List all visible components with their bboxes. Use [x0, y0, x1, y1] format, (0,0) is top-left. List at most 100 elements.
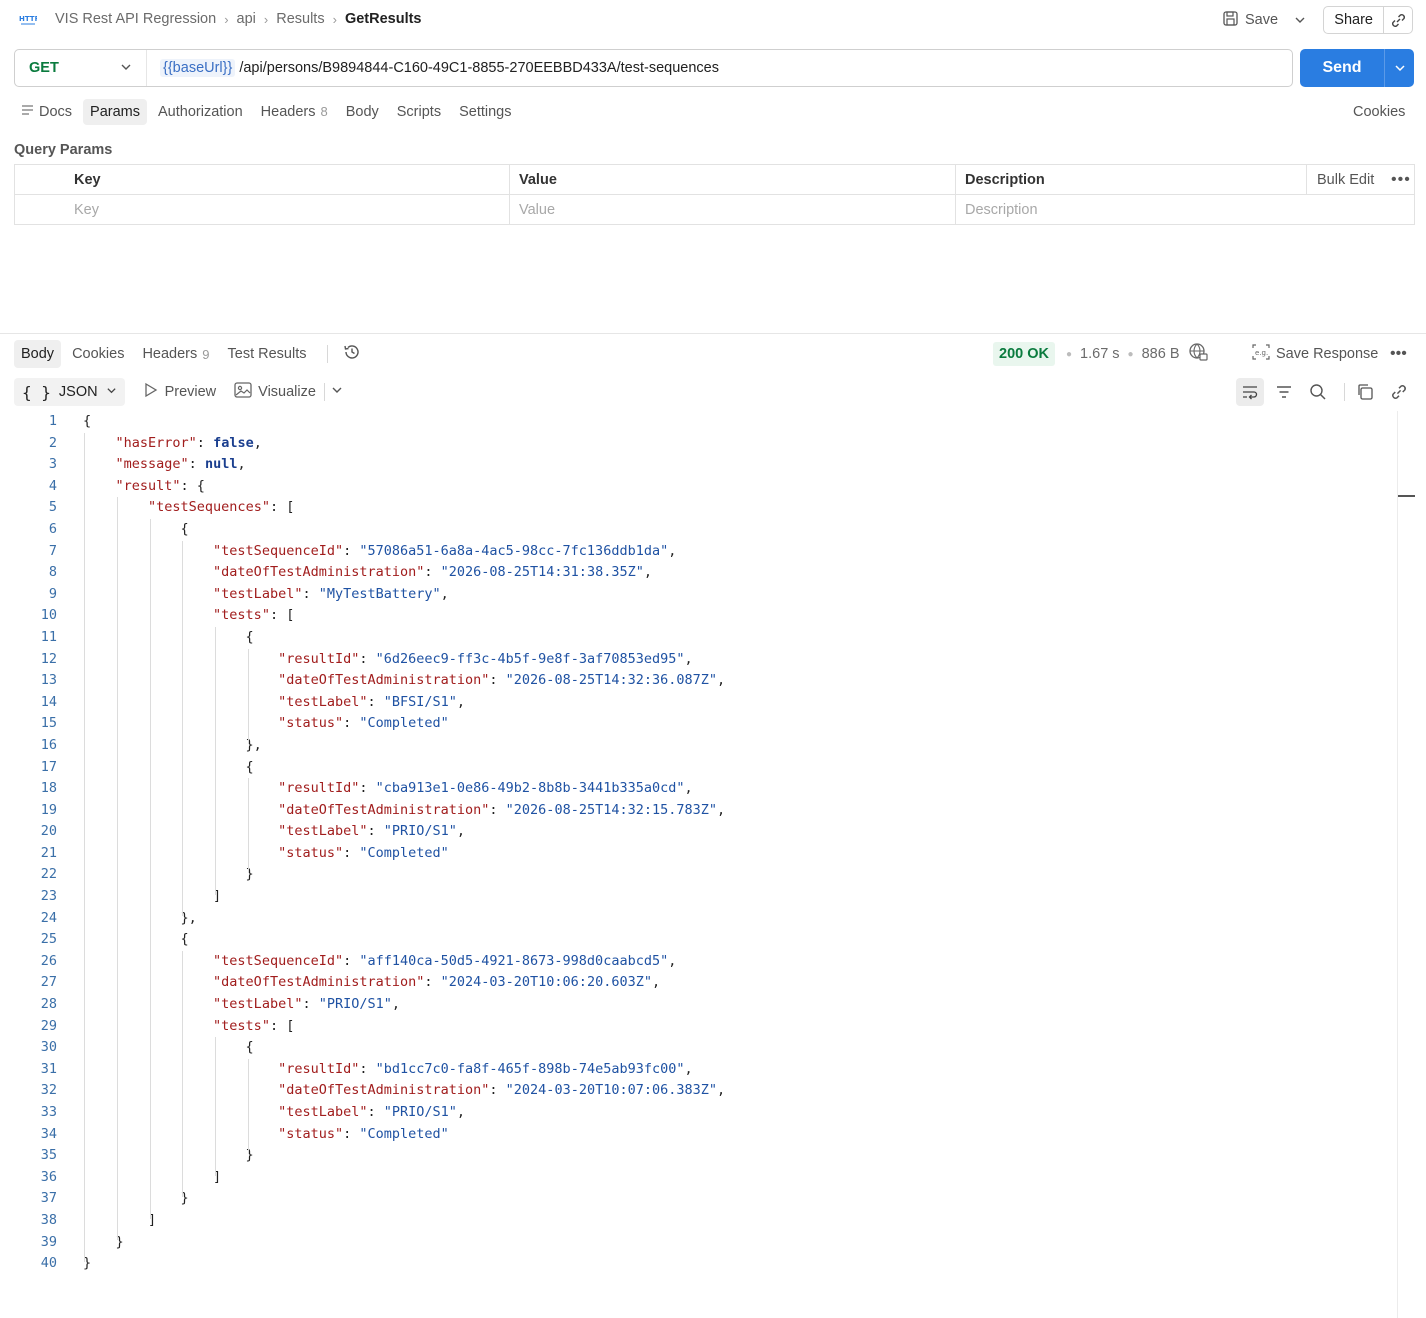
response-tabs: Body Cookies Headers 9 Test Results [14, 339, 362, 369]
response-size[interactable]: 886 B [1142, 346, 1180, 362]
response-body-viewer[interactable]: 1{2 "hasError": false, 3 "message": null,… [0, 411, 1396, 1275]
response-time[interactable]: 1.67 s [1080, 346, 1120, 362]
line-number: 18 [40, 780, 57, 797]
bulk-edit-button[interactable]: Bulk Edit [1317, 165, 1374, 195]
tab-headers[interactable]: Headers 8 [254, 99, 335, 125]
save-response-button[interactable]: e.g. Save Response [1252, 342, 1378, 366]
search-icon[interactable] [1304, 378, 1332, 406]
link-icon[interactable] [1385, 378, 1413, 406]
history-icon[interactable] [342, 342, 362, 366]
copy-link-icon[interactable] [1383, 7, 1412, 33]
line-number: 9 [48, 585, 57, 602]
code-line: 31 "resultId": "bd1cc7c0-fa8f-465f-898b-… [0, 1059, 1396, 1081]
response-tab-cookies[interactable]: Cookies [65, 340, 131, 368]
line-number: 12 [40, 650, 57, 667]
wrap-lines-icon[interactable] [1236, 378, 1264, 406]
response-tab-test-results[interactable]: Test Results [221, 340, 314, 368]
line-number: 19 [40, 801, 57, 818]
line-number: 29 [40, 1017, 57, 1034]
network-globe-icon[interactable] [1188, 342, 1208, 366]
breadcrumb-collection[interactable]: VIS Rest API Regression [55, 11, 216, 27]
tab-authorization[interactable]: Authorization [151, 99, 250, 125]
format-label: JSON [58, 384, 98, 400]
tab-body-label: Body [345, 103, 379, 120]
code-text: "status": "Completed" [278, 1125, 449, 1142]
description-input[interactable]: Description [965, 195, 1038, 225]
url-path: /api/persons/B9894844-C160-49C1-8855-270… [239, 60, 719, 76]
code-line: 20 "testLabel": "PRIO/S1", [0, 821, 1396, 843]
send-button[interactable]: Send [1300, 49, 1414, 87]
save-options-chevron-down-icon[interactable] [1294, 10, 1308, 30]
response-more-options-icon[interactable]: ••• [1390, 342, 1407, 366]
code-text: { [83, 931, 189, 948]
column-header-key: Key [74, 172, 101, 188]
line-number: 37 [40, 1190, 57, 1207]
key-input[interactable]: Key [74, 195, 99, 225]
breadcrumb-folder-results[interactable]: Results [276, 11, 324, 27]
response-tab-headers[interactable]: Headers 9 [135, 340, 216, 368]
response-tab-body[interactable]: Body [14, 340, 62, 368]
scrollbar[interactable] [1397, 411, 1398, 1318]
tab-docs[interactable]: Docs [14, 99, 79, 125]
save-label: Save [1245, 12, 1279, 28]
tab-body[interactable]: Body [339, 99, 386, 125]
filter-icon[interactable] [1270, 378, 1298, 406]
code-line: 27 "dateOfTestAdministration": "2024-03-… [0, 972, 1396, 994]
line-number: 39 [40, 1233, 57, 1250]
code-line: 18 "resultId": "cba913e1-0e86-49b2-8b8b-… [0, 778, 1396, 800]
more-options-icon[interactable]: ••• [1391, 165, 1411, 195]
line-number: 38 [40, 1211, 57, 1228]
status-badge[interactable]: 200 OK [993, 342, 1055, 366]
indent-guide [248, 1059, 249, 1155]
response-tab-test-results-label: Test Results [227, 346, 307, 362]
line-number: 7 [48, 542, 57, 559]
code-text: "dateOfTestAdministration": "2024-03-20T… [213, 974, 661, 991]
code-line: 22 } [0, 864, 1396, 886]
url-input[interactable]: {{baseUrl}} /api/persons/B9894844-C160-4… [147, 59, 719, 77]
code-line: 33 "testLabel": "PRIO/S1", [0, 1102, 1396, 1124]
breadcrumb-folder-api[interactable]: api [237, 11, 256, 27]
code-text: ] [83, 888, 222, 905]
visualize-button[interactable]: Visualize [234, 382, 316, 402]
line-number: 16 [40, 736, 57, 753]
code-line: 24 }, [0, 908, 1396, 930]
tab-settings-label: Settings [459, 103, 512, 120]
indent-guide [248, 648, 249, 744]
column-header-description: Description [965, 172, 1045, 188]
code-line: 36 ] [0, 1167, 1396, 1189]
tab-scripts[interactable]: Scripts [390, 99, 448, 125]
method-select[interactable]: GET [15, 50, 147, 86]
share-button[interactable]: Share [1323, 6, 1413, 34]
code-line: 4 "result": { [0, 476, 1396, 498]
preview-button[interactable]: Preview [143, 382, 216, 402]
line-number: 24 [40, 909, 57, 926]
send-options-chevron-down-icon[interactable] [1384, 49, 1414, 87]
value-input[interactable]: Value [519, 195, 555, 225]
format-select[interactable]: { } JSON [14, 378, 125, 406]
docs-icon [21, 104, 34, 120]
code-line: 25 { [0, 929, 1396, 951]
visualize-label: Visualize [258, 384, 316, 400]
visualize-options-chevron-down-icon[interactable] [331, 384, 343, 400]
chevron-down-icon [120, 60, 132, 76]
scrollbar-thumb[interactable] [1398, 495, 1415, 497]
code-text: { [83, 520, 189, 537]
response-tab-headers-label: Headers [142, 346, 198, 362]
query-params-table: Key Value Description Bulk Edit ••• Key … [14, 164, 1415, 225]
code-line: 26 "testSequenceId": "aff140ca-50d5-4921… [0, 951, 1396, 973]
code-line: 21 "status": "Completed" [0, 843, 1396, 865]
code-line: 13 "dateOfTestAdministration": "2026-08-… [0, 670, 1396, 692]
line-number: 27 [40, 974, 57, 991]
pane-divider[interactable] [0, 333, 1426, 334]
braces-icon: { } [22, 382, 51, 402]
line-number: 21 [40, 844, 57, 861]
copy-icon[interactable] [1351, 378, 1379, 406]
cookies-link[interactable]: Cookies [1353, 104, 1405, 120]
save-button[interactable]: Save [1222, 9, 1278, 31]
tab-params[interactable]: Params [83, 98, 148, 125]
tab-scripts-label: Scripts [396, 103, 442, 120]
code-text: "dateOfTestAdministration": "2026-08-25T… [278, 672, 726, 689]
url-variable[interactable]: {{baseUrl}} [160, 59, 236, 77]
tab-settings[interactable]: Settings [452, 99, 518, 125]
request-name[interactable]: GetResults [345, 11, 422, 27]
